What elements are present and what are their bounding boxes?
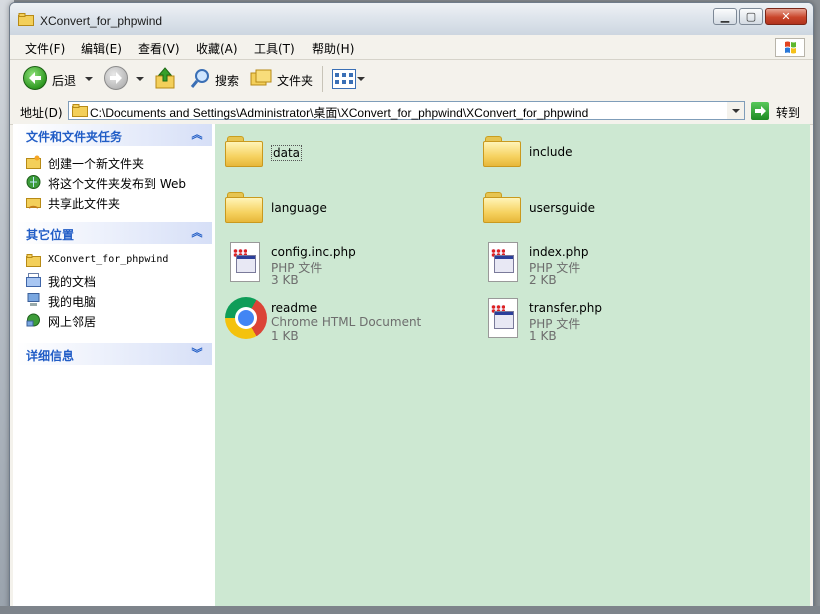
file-item-php[interactable]: index.php PHP 文件 2 KB [481,240,711,288]
menu-tools[interactable]: 工具(T) [254,40,295,57]
my-computer-icon [27,293,40,306]
folder-icon [72,104,88,117]
views-dropdown-icon[interactable] [357,77,365,81]
folder-icon [481,130,525,174]
folder-icon [223,130,267,174]
my-documents-icon [26,273,41,287]
file-tasks-title: 文件和文件夹任务 [26,130,123,144]
place-my-computer[interactable]: 我的电脑 [16,290,212,310]
task-new-folder[interactable]: 创建一个新文件夹 [16,152,212,172]
chrome-icon [223,296,267,340]
network-icon [26,313,40,327]
collapse-chevron-icon[interactable]: ︽ [190,128,204,142]
folder-icon [18,13,34,26]
maximize-button[interactable]: ▢ [739,8,763,25]
desktop-background [0,606,820,614]
file-item-folder[interactable]: include [481,130,711,178]
file-tasks-section: 文件和文件夹任务 ︽ 创建一个新文件夹 将这个文件夹发布到 Web 共享此文件夹 [16,124,212,212]
globe-icon [26,175,41,189]
new-folder-icon [26,155,41,169]
file-tasks-header[interactable]: 文件和文件夹任务 ︽ [16,124,212,146]
go-label[interactable]: 转到 [776,104,800,121]
menu-favorites[interactable]: 收藏(A) [196,40,238,57]
file-view: data include language usersguide config.… [215,124,810,609]
file-item-php[interactable]: transfer.php PHP 文件 1 KB [481,296,711,344]
menu-bar: 文件(F) 编辑(E) 查看(V) 收藏(A) 工具(T) 帮助(H) [10,35,813,60]
forward-button[interactable] [104,66,128,90]
task-publish-web[interactable]: 将这个文件夹发布到 Web [16,172,212,192]
php-file-icon [481,296,525,340]
file-item-html[interactable]: readme Chrome HTML Document 1 KB [223,296,453,344]
explorer-window: XConvert_for_phpwind ▁ ▢ ✕ 文件(F) 编辑(E) 查… [9,2,814,610]
up-folder-icon[interactable] [154,66,176,90]
toolbar-divider [322,66,323,92]
details-title: 详细信息 [26,349,75,363]
search-label: 搜索 [215,74,240,88]
back-dropdown-icon[interactable] [85,77,93,81]
toolbar: 后退 搜索 文件夹 [10,60,813,99]
file-item-folder[interactable]: usersguide [481,186,711,234]
place-my-documents[interactable]: 我的文档 [16,270,212,290]
go-button[interactable] [751,102,769,120]
folders-label: 文件夹 [277,74,314,88]
title-bar[interactable]: XConvert_for_phpwind ▁ ▢ ✕ [10,3,813,35]
other-places-section: 其它位置 ︽ XConvert_for_phpwind 我的文档 我的电脑 网上… [16,222,212,330]
menu-help[interactable]: 帮助(H) [312,40,354,57]
address-input[interactable]: C:\Documents and Settings\Administrator\… [68,101,745,120]
back-arrow-icon [23,66,47,90]
place-network[interactable]: 网上邻居 [16,310,212,330]
php-file-icon [481,240,525,284]
folder-icon [26,254,41,267]
folder-icon [223,186,267,230]
address-path: C:\Documents and Settings\Administrator\… [90,106,589,120]
folder-icon [481,186,525,230]
other-places-title: 其它位置 [26,228,75,242]
back-label: 后退 [52,74,77,88]
menu-file[interactable]: 文件(F) [25,40,65,57]
forward-dropdown-icon[interactable] [136,77,144,81]
address-dropdown-button[interactable] [727,102,744,119]
collapse-chevron-icon[interactable]: ︽ [190,226,204,240]
views-icon[interactable] [332,69,356,89]
place-parent-folder[interactable]: XConvert_for_phpwind [16,250,212,270]
task-share-folder[interactable]: 共享此文件夹 [16,192,212,212]
window-title: XConvert_for_phpwind [40,14,163,28]
file-item-folder[interactable]: data [223,130,453,178]
expand-chevron-icon[interactable]: ︾ [190,347,204,361]
share-folder-icon [26,198,41,209]
go-arrow-icon [755,106,766,116]
other-places-header[interactable]: 其它位置 ︽ [16,222,212,244]
menu-edit[interactable]: 编辑(E) [81,40,122,57]
details-section: 详细信息 ︾ [16,343,212,365]
address-bar: 地址(D) C:\Documents and Settings\Administ… [10,98,813,125]
address-label: 地址(D) [20,106,63,120]
close-button[interactable]: ✕ [765,8,807,25]
details-header[interactable]: 详细信息 ︾ [16,343,212,365]
folders-icon [250,69,272,86]
menu-view[interactable]: 查看(V) [138,40,180,57]
php-file-icon [223,240,267,284]
windows-logo-icon [775,38,805,57]
task-pane: 文件和文件夹任务 ︽ 创建一个新文件夹 将这个文件夹发布到 Web 共享此文件夹… [13,124,216,609]
search-icon [190,69,209,88]
minimize-button[interactable]: ▁ [713,8,737,25]
file-item-folder[interactable]: language [223,186,453,234]
chevron-down-icon [731,108,740,113]
file-item-php[interactable]: config.inc.php PHP 文件 3 KB [223,240,453,288]
